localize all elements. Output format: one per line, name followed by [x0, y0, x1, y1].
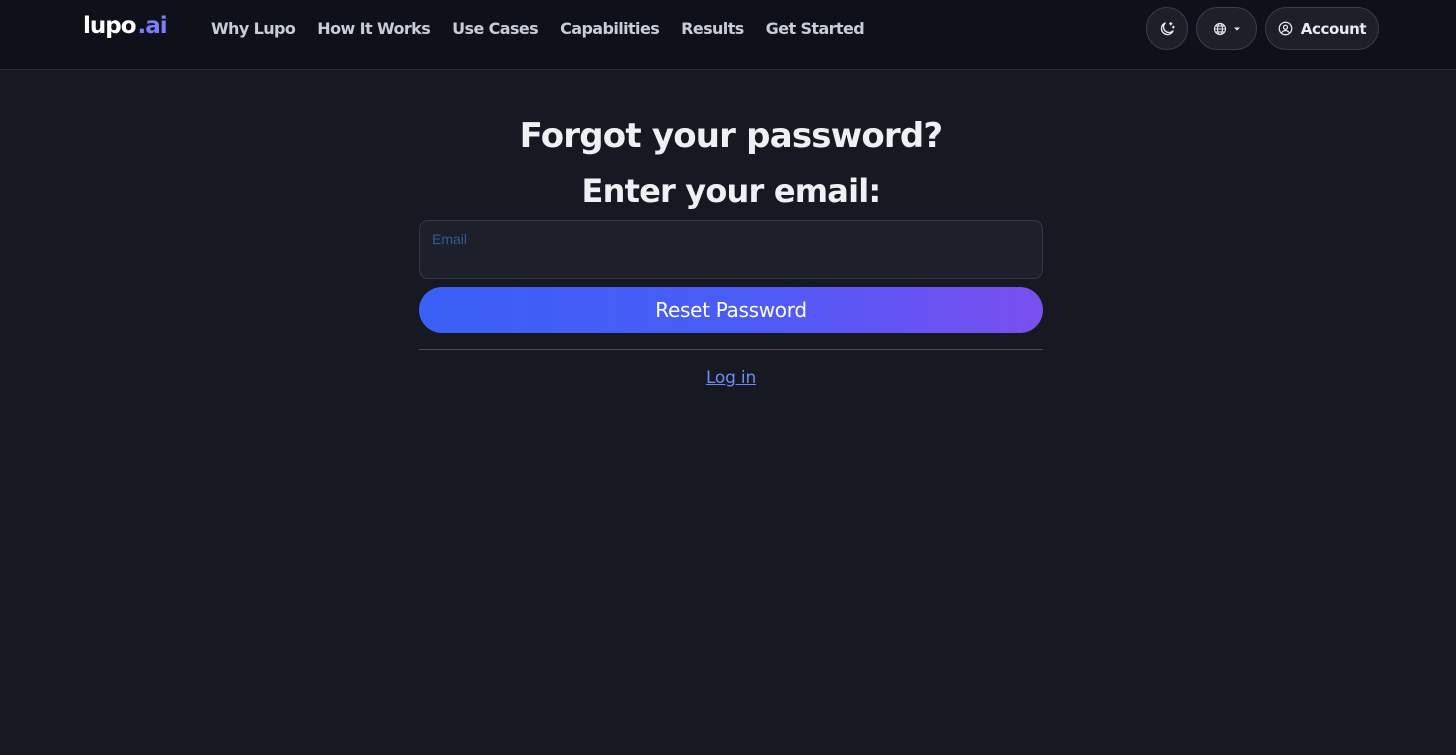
- theme-toggle-button[interactable]: [1146, 7, 1188, 50]
- moon-stars-icon: [1160, 21, 1175, 35]
- email-input[interactable]: [432, 249, 1028, 273]
- nav-link-results[interactable]: Results: [681, 19, 744, 38]
- page-title: Forgot your password?: [519, 116, 943, 156]
- globe-icon: [1213, 22, 1226, 35]
- login-link-container: Log in: [419, 368, 1043, 388]
- logo-suffix: .ai: [137, 13, 168, 39]
- user-circle-icon: [1278, 21, 1293, 36]
- caret-down-icon: [1233, 27, 1240, 30]
- email-field-label: Email: [432, 231, 468, 247]
- top-navigation-bar: lupo .ai Why Lupo How It Works Use Cases…: [0, 0, 1456, 70]
- email-field-container: Email: [419, 220, 1043, 279]
- nav-link-why-lupo[interactable]: Why Lupo: [211, 19, 296, 38]
- nav-link-how-it-works[interactable]: How It Works: [317, 19, 430, 38]
- nav-link-capabilities[interactable]: Capabilities: [560, 19, 660, 38]
- reset-password-button[interactable]: Reset Password: [419, 287, 1043, 333]
- main-nav: Why Lupo How It Works Use Cases Capabili…: [211, 0, 886, 57]
- page-subtitle: Enter your email:: [581, 172, 882, 210]
- account-label: Account: [1300, 19, 1367, 38]
- forgot-password-form: Forgot your password? Enter your email: …: [419, 110, 1043, 388]
- login-link[interactable]: Log in: [419, 368, 1043, 388]
- nav-link-use-cases[interactable]: Use Cases: [452, 19, 539, 38]
- nav-link-get-started[interactable]: Get Started: [766, 19, 865, 38]
- logo-wordmark: lupo: [83, 13, 137, 39]
- divider: [419, 349, 1043, 350]
- lupo-logo[interactable]: lupo .ai: [83, 13, 168, 45]
- account-button[interactable]: Account: [1265, 7, 1379, 50]
- language-selector-button[interactable]: [1196, 7, 1257, 50]
